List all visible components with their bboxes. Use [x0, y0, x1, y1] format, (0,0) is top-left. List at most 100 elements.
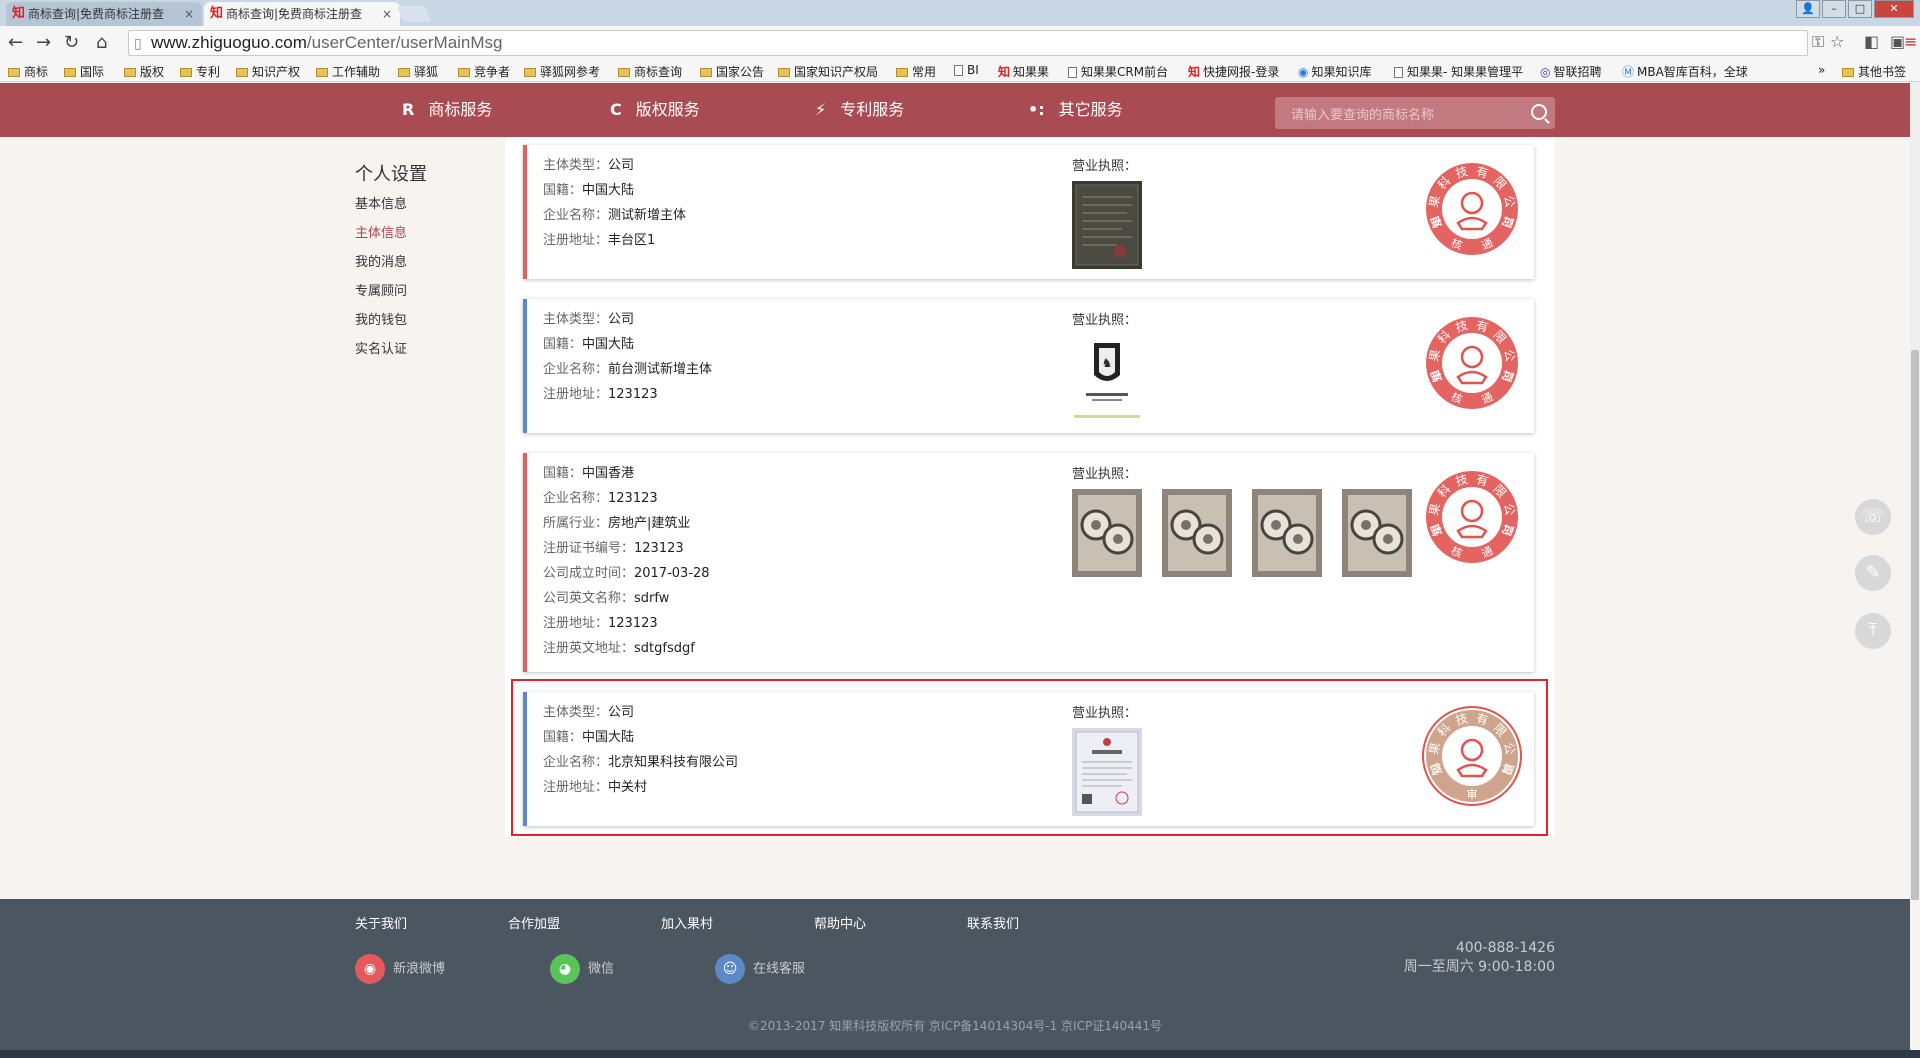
nav-trademark-service[interactable]: R 商标服务: [402, 83, 492, 137]
bookmark-item[interactable]: Ⓜ MBA智库百科，全球: [1622, 63, 1748, 80]
weibo-link[interactable]: ◉ 新浪微博: [355, 954, 445, 984]
url-field[interactable]: ▯ www.zhiguoguo.com/userCenter/userMainM…: [128, 30, 1808, 56]
sidebar-item-verification[interactable]: 实名认证: [355, 341, 495, 370]
bookmark-star-icon[interactable]: ☆: [1830, 32, 1844, 51]
svg-text:♞: ♞: [1102, 356, 1113, 370]
bookmark-folder[interactable]: 国家公告: [700, 63, 764, 80]
reload-icon[interactable]: ↻: [64, 32, 79, 53]
extension-icon-2[interactable]: ▣: [1890, 32, 1905, 51]
online-service-link[interactable]: ☺ 在线客服: [715, 954, 805, 984]
wechat-link[interactable]: ◕ 微信: [550, 954, 614, 984]
bookmark-item[interactable]: 知快捷网报-登录: [1188, 63, 1279, 80]
zhiguoguo-favicon: 知: [12, 6, 26, 21]
knowledge-base-icon: ◉: [1298, 65, 1309, 79]
bookmark-folder[interactable]: 知识产权: [236, 63, 300, 80]
bookmark-item[interactable]: 知果果- 知果果管理平: [1394, 63, 1523, 80]
bookmark-folder[interactable]: 常用: [896, 63, 936, 80]
back-icon[interactable]: ←: [8, 32, 23, 53]
business-license-image[interactable]: [1162, 489, 1232, 577]
folder-icon: [458, 68, 470, 77]
bookmark-folder[interactable]: 其他书签: [1842, 63, 1906, 80]
maximize-button[interactable]: □: [1848, 0, 1872, 18]
bookmark-folder[interactable]: 商标: [8, 63, 48, 80]
bookmark-folder[interactable]: 驿狐: [398, 63, 438, 80]
zhiguoguo-favicon: 知: [1188, 65, 1201, 79]
bookmark-item[interactable]: ◎ 智联招聘: [1540, 63, 1602, 80]
bookmark-folder[interactable]: 驿狐网参考: [524, 63, 600, 80]
footer-link-about[interactable]: 关于我们: [355, 913, 407, 932]
sidebar-item-entity-info[interactable]: 主体信息: [355, 225, 495, 254]
business-license-image[interactable]: [1072, 489, 1142, 577]
forward-icon[interactable]: →: [36, 32, 51, 53]
page-icon: [1394, 67, 1403, 78]
nav-other-service[interactable]: •: 其它服务: [1028, 83, 1123, 137]
sidebar-item-wallet[interactable]: 我的钱包: [355, 312, 495, 341]
folder-icon: [700, 68, 712, 77]
field-nationality: 国籍：中国香港: [543, 466, 635, 481]
bookmark-folder[interactable]: 版权: [124, 63, 164, 80]
minimize-button[interactable]: –: [1822, 0, 1846, 18]
footer-link-help[interactable]: 帮助中心: [814, 913, 866, 932]
bookmark-item[interactable]: ◉ 知果知识库: [1298, 63, 1372, 80]
back-to-top-icon[interactable]: ⤒: [1855, 613, 1891, 649]
trademark-icon: R: [402, 100, 415, 119]
home-icon[interactable]: ⌂: [96, 32, 107, 53]
sidebar-item-messages[interactable]: 我的消息: [355, 254, 495, 283]
bookmark-item[interactable]: BI: [954, 63, 979, 77]
card-accent-bar: [523, 453, 527, 672]
bookmark-folder[interactable]: 国家知识产权局: [778, 63, 878, 80]
field-nationality: 国籍：中国大陆: [543, 337, 635, 352]
close-tab-icon[interactable]: ×: [184, 2, 194, 26]
bookmark-folder[interactable]: 专利: [180, 63, 220, 80]
bookmark-folder[interactable]: 商标查询: [618, 63, 682, 80]
bookmark-folder[interactable]: 国际: [64, 63, 104, 80]
url-path: /userCenter/userMainMsg: [306, 33, 503, 52]
os-taskbar: [0, 1050, 1920, 1058]
page-icon: [954, 65, 963, 76]
nav-copyright-service[interactable]: C 版权服务: [610, 83, 700, 137]
footer-link-contact[interactable]: 联系我们: [967, 913, 1019, 932]
browser-tab-2[interactable]: 知 商标查询|免费商标注册查 ×: [204, 2, 400, 26]
online-service-icon[interactable]: ☏: [1855, 499, 1891, 535]
menu-icon[interactable]: ≡: [1904, 32, 1917, 51]
footer-link-join[interactable]: 加入果村: [661, 913, 713, 932]
tab-title: 商标查询|免费商标注册查: [28, 7, 165, 21]
bookmark-folder[interactable]: 工作辅助: [316, 63, 380, 80]
footer-link-partner[interactable]: 合作加盟: [508, 913, 560, 932]
browser-tab-1[interactable]: 知 商标查询|免费商标注册查 ×: [6, 2, 202, 26]
card-accent-bar: [523, 299, 527, 433]
field-certificate-number: 注册证书编号：123123: [543, 541, 684, 556]
close-tab-icon[interactable]: ×: [382, 2, 392, 26]
business-license-image[interactable]: ♞: [1072, 335, 1142, 423]
field-registered-address: 注册地址：123123: [543, 387, 658, 402]
scrollbar-thumb[interactable]: [1911, 350, 1919, 900]
bookmark-item[interactable]: 知果果CRM前台: [1068, 63, 1168, 80]
zhiguoguo-favicon: 知: [210, 6, 224, 21]
service-hours: 周一至周六 9:00-18:00: [1403, 959, 1555, 975]
folder-icon: [236, 68, 248, 77]
business-license-image[interactable]: [1342, 489, 1412, 577]
business-license-image[interactable]: [1252, 489, 1322, 577]
copyright: ©2013-2017 知果科技版权所有 京ICP备14014304号-1 京IC…: [747, 1019, 1162, 1033]
nav-patent-service[interactable]: ⚡ 专利服务: [815, 83, 904, 137]
patent-icon: ⚡: [815, 100, 827, 119]
entity-card: 主体类型：公司 国籍：中国大陆 企业名称：测试新增主体 注册地址：丰台区1 营业…: [523, 145, 1534, 279]
new-tab-button[interactable]: [397, 6, 431, 22]
search-icon[interactable]: [1531, 104, 1547, 120]
trademark-search-input[interactable]: 请输入要查询的商标名称: [1275, 97, 1555, 129]
tab-title: 商标查询|免费商标注册查: [226, 7, 363, 21]
key-icon[interactable]: ⚿: [1812, 32, 1824, 52]
approved-seal-icon: 知果科技有限公司审核通过: [1420, 465, 1524, 569]
sidebar-item-consultant[interactable]: 专属顾问: [355, 283, 495, 312]
bookmark-folder[interactable]: 竞争者: [458, 63, 510, 80]
extension-icon[interactable]: ◧: [1864, 32, 1879, 51]
sidebar-item-basic-info[interactable]: 基本信息: [355, 196, 495, 225]
feedback-icon[interactable]: ✎: [1855, 555, 1891, 591]
personal-settings-sidebar: 个人设置 基本信息 主体信息 我的消息 专属顾问 我的钱包 实名认证: [355, 160, 495, 370]
user-icon[interactable]: 👤: [1796, 0, 1820, 18]
close-window-button[interactable]: ✕: [1874, 0, 1914, 18]
bookmarks-overflow-button[interactable]: »: [1818, 63, 1825, 77]
business-license-image[interactable]: [1072, 181, 1142, 269]
folder-icon: [124, 68, 136, 77]
bookmark-item[interactable]: 知知果果: [998, 63, 1049, 80]
